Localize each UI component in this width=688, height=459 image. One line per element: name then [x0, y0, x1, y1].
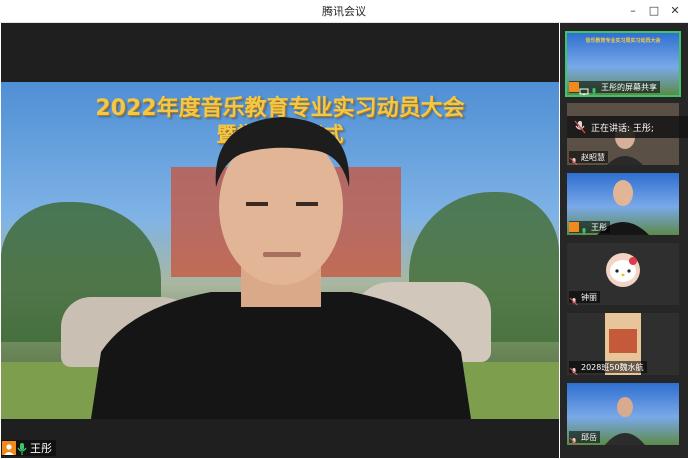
participant-sidebar: 音乐教育专业实习周实习动员大会 王彤的屏幕共享 赵昭慧 王彤 钟丽 2028班5…: [560, 23, 688, 458]
window-title: 腾讯会议: [322, 5, 366, 18]
microphone-icon: [579, 222, 589, 235]
maximize-button[interactable]: □: [645, 2, 663, 20]
speaker-name-label: 王彤: [30, 442, 52, 455]
close-button[interactable]: ✕: [666, 2, 684, 20]
participant-tile-qiu[interactable]: 邱岳: [567, 383, 679, 445]
microphone-icon: [16, 441, 28, 455]
participant-tile-wei[interactable]: 2028班50魏水航: [567, 313, 679, 375]
tile-name-tag: 王彤的屏幕共享: [569, 81, 660, 95]
speaking-label: 正在讲话: 王彤;: [591, 123, 654, 134]
tile-name-tag: 邱岳: [569, 431, 600, 445]
user-avatar-icon: [569, 222, 579, 232]
speaker-figure: [91, 117, 471, 419]
speaking-microphone-icon: [574, 120, 586, 134]
microphone-icon: [589, 82, 599, 95]
participant-tile-screen-share[interactable]: 音乐教育专业实习周实习动员大会 王彤的屏幕共享: [565, 31, 681, 97]
screen-share-icon: [579, 82, 589, 95]
participant-tile-zhong[interactable]: 钟丽: [567, 243, 679, 305]
user-avatar-icon: [2, 441, 16, 455]
microphone-muted-icon: [569, 292, 579, 305]
tile-name: 王彤的屏幕共享: [601, 82, 657, 92]
tile-name-tag: 赵昭慧: [569, 151, 608, 165]
tile-name-tag: 王彤: [569, 221, 610, 235]
microphone-muted-icon: [569, 362, 579, 375]
tile-name-tag: 钟丽: [569, 291, 600, 305]
main-name-tag: 王彤: [2, 440, 56, 456]
slide-thumbnail-title: 音乐教育专业实习周实习动员大会: [585, 38, 661, 44]
user-avatar-icon: [569, 82, 579, 92]
tile-name: 邱岳: [581, 432, 597, 442]
microphone-muted-icon: [569, 152, 579, 165]
tile-name: 钟丽: [581, 292, 597, 302]
tile-name-tag: 2028班50魏水航: [569, 361, 647, 375]
participant-tile-wang[interactable]: 王彤: [567, 173, 679, 235]
speaker-video: 2022年度音乐教育专业实习动员大会 暨学 启动仪式: [1, 82, 559, 419]
minimize-button[interactable]: –: [624, 2, 642, 20]
main-video-area[interactable]: 2022年度音乐教育专业实习动员大会 暨学 启动仪式 王彤: [1, 23, 559, 458]
tile-name: 王彤: [591, 222, 607, 232]
speaking-indicator: 正在讲话: 王彤;: [567, 116, 688, 138]
microphone-muted-icon: [569, 432, 579, 445]
tile-name: 2028班50魏水航: [581, 362, 644, 372]
title-bar: 腾讯会议 – □ ✕: [0, 0, 688, 23]
tile-name: 赵昭慧: [581, 152, 605, 162]
